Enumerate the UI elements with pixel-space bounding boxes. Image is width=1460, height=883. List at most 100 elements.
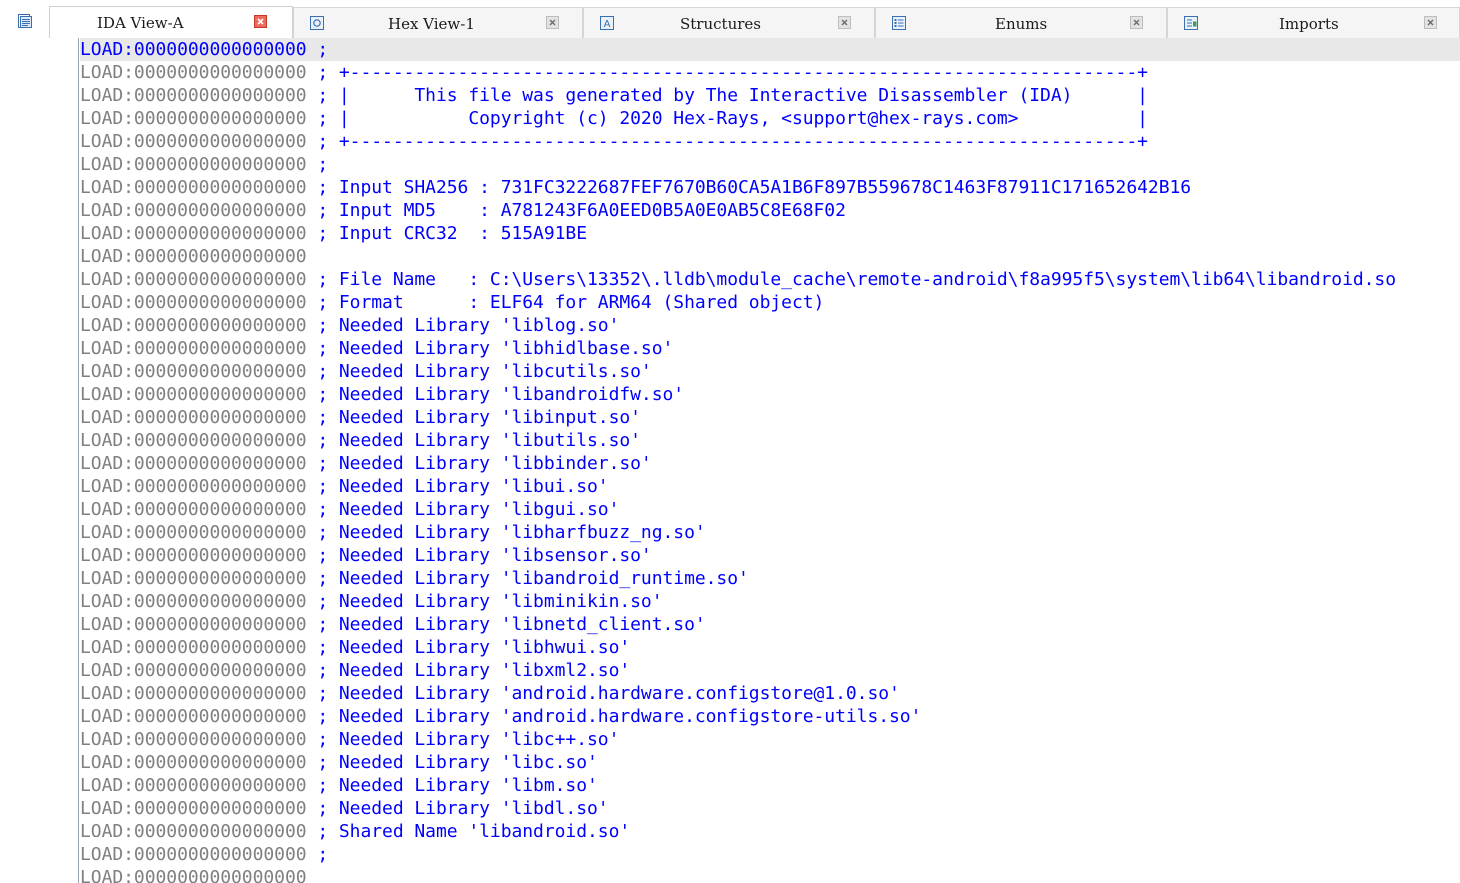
disasm-line[interactable]: LOAD:0000000000000000 ; Input CRC32 : 51… xyxy=(80,222,1460,245)
disasm-line[interactable]: LOAD:0000000000000000 ; Needed Library '… xyxy=(80,636,1460,659)
close-icon[interactable] xyxy=(1130,16,1143,29)
disasm-line[interactable]: LOAD:0000000000000000 ; Input SHA256 : 7… xyxy=(80,176,1460,199)
disasm-line[interactable]: LOAD:0000000000000000 ; Needed Library '… xyxy=(80,475,1460,498)
arrows-gutter[interactable] xyxy=(0,38,79,883)
line-address[interactable]: LOAD:0000000000000000 xyxy=(80,200,307,221)
tab-ida-view-a[interactable]: IDA View-A xyxy=(49,6,293,38)
line-address[interactable]: LOAD:0000000000000000 xyxy=(80,338,307,359)
disasm-line[interactable]: LOAD:0000000000000000 ; | This file was … xyxy=(80,84,1460,107)
disasm-line[interactable]: LOAD:0000000000000000 ; Needed Library '… xyxy=(80,383,1460,406)
disasm-line[interactable]: LOAD:0000000000000000 ; Needed Library '… xyxy=(80,544,1460,567)
line-address[interactable]: LOAD:0000000000000000 xyxy=(80,39,307,60)
line-address[interactable]: LOAD:0000000000000000 xyxy=(80,453,307,474)
tab-hex-view-1[interactable]: Hex View-1 xyxy=(293,7,583,38)
disasm-pane-icon[interactable] xyxy=(17,13,33,29)
disasm-line[interactable]: LOAD:0000000000000000 ; Needed Library '… xyxy=(80,705,1460,728)
disasm-line[interactable]: LOAD:0000000000000000 ; Needed Library '… xyxy=(80,314,1460,337)
disasm-line[interactable]: LOAD:0000000000000000 ; Needed Library '… xyxy=(80,406,1460,429)
disasm-line[interactable]: LOAD:0000000000000000 ; Needed Library '… xyxy=(80,498,1460,521)
line-address[interactable]: LOAD:0000000000000000 xyxy=(80,683,307,704)
tab-structures[interactable]: A Structures xyxy=(583,7,875,38)
disasm-line[interactable]: LOAD:0000000000000000 ; Format : ELF64 f… xyxy=(80,291,1460,314)
line-comment: ; Needed Library 'libutils.so' xyxy=(306,430,641,451)
line-address[interactable]: LOAD:0000000000000000 xyxy=(80,591,307,612)
line-address[interactable]: LOAD:0000000000000000 xyxy=(80,729,307,750)
line-address[interactable]: LOAD:0000000000000000 xyxy=(80,614,307,635)
line-address[interactable]: LOAD:0000000000000000 xyxy=(80,361,307,382)
disasm-line[interactable]: LOAD:0000000000000000 ; Needed Library '… xyxy=(80,521,1460,544)
close-icon[interactable] xyxy=(254,15,267,28)
line-address[interactable]: LOAD:0000000000000000 xyxy=(80,292,307,313)
disasm-line[interactable]: LOAD:0000000000000000 ; Needed Library '… xyxy=(80,613,1460,636)
line-address[interactable]: LOAD:0000000000000000 xyxy=(80,568,307,589)
line-address[interactable]: LOAD:0000000000000000 xyxy=(80,752,307,773)
disasm-line[interactable]: LOAD:0000000000000000 ; Needed Library '… xyxy=(80,567,1460,590)
line-address[interactable]: LOAD:0000000000000000 xyxy=(80,407,307,428)
line-address[interactable]: LOAD:0000000000000000 xyxy=(80,775,307,796)
disasm-line[interactable]: LOAD:0000000000000000 ; xyxy=(80,843,1460,866)
line-comment: ; Needed Library 'libcutils.so' xyxy=(306,361,652,382)
tab-enums[interactable]: Enums xyxy=(875,7,1167,38)
close-icon[interactable] xyxy=(838,16,851,29)
disasm-line[interactable]: LOAD:0000000000000000 ; Needed Library '… xyxy=(80,360,1460,383)
close-icon[interactable] xyxy=(1424,16,1437,29)
line-address[interactable]: LOAD:0000000000000000 xyxy=(80,131,307,152)
line-address[interactable]: LOAD:0000000000000000 xyxy=(80,637,307,658)
line-comment: ; File Name : C:\Users\13352\.lldb\modul… xyxy=(306,269,1397,290)
disasm-line[interactable]: LOAD:0000000000000000 xyxy=(80,245,1460,268)
line-address[interactable]: LOAD:0000000000000000 xyxy=(80,706,307,727)
hex-view-icon xyxy=(310,15,324,30)
disasm-line[interactable]: LOAD:0000000000000000 ; Needed Library '… xyxy=(80,728,1460,751)
line-address[interactable]: LOAD:0000000000000000 xyxy=(80,223,307,244)
disasm-line[interactable]: LOAD:0000000000000000 ; File Name : C:\U… xyxy=(80,268,1460,291)
disasm-line[interactable]: LOAD:0000000000000000 ; | Copyright (c) … xyxy=(80,107,1460,130)
line-comment: ; xyxy=(306,39,329,60)
line-comment: ; Needed Library 'libc++.so' xyxy=(306,729,620,750)
line-address[interactable]: LOAD:0000000000000000 xyxy=(80,867,307,883)
disasm-line[interactable]: LOAD:0000000000000000 ; +---------------… xyxy=(80,130,1460,153)
line-address[interactable]: LOAD:0000000000000000 xyxy=(80,522,307,543)
line-comment: ; xyxy=(306,154,329,175)
line-address[interactable]: LOAD:0000000000000000 xyxy=(80,246,307,267)
disasm-line[interactable]: LOAD:0000000000000000 ; Input MD5 : A781… xyxy=(80,199,1460,222)
disasm-line[interactable]: LOAD:0000000000000000 ; xyxy=(80,153,1460,176)
line-address[interactable]: LOAD:0000000000000000 xyxy=(80,821,307,842)
disassembly-listing[interactable]: LOAD:0000000000000000 ; LOAD:000000000000… xyxy=(80,38,1460,883)
line-address[interactable]: LOAD:0000000000000000 xyxy=(80,62,307,83)
disasm-line[interactable]: LOAD:0000000000000000 ; Shared Name 'lib… xyxy=(80,820,1460,843)
line-address[interactable]: LOAD:0000000000000000 xyxy=(80,269,307,290)
disasm-line[interactable]: LOAD:0000000000000000 ; Needed Library '… xyxy=(80,429,1460,452)
disasm-line[interactable]: LOAD:0000000000000000 ; Needed Library '… xyxy=(80,590,1460,613)
disasm-line[interactable]: LOAD:0000000000000000 ; Needed Library '… xyxy=(80,682,1460,705)
svg-text:A: A xyxy=(604,19,611,30)
line-address[interactable]: LOAD:0000000000000000 xyxy=(80,177,307,198)
line-address[interactable]: LOAD:0000000000000000 xyxy=(80,660,307,681)
structures-icon: A xyxy=(600,15,614,30)
line-address[interactable]: LOAD:0000000000000000 xyxy=(80,384,307,405)
disasm-line[interactable]: LOAD:0000000000000000 ; +---------------… xyxy=(80,61,1460,84)
line-address[interactable]: LOAD:0000000000000000 xyxy=(80,85,307,106)
line-address[interactable]: LOAD:0000000000000000 xyxy=(80,154,307,175)
line-address[interactable]: LOAD:0000000000000000 xyxy=(80,430,307,451)
line-address[interactable]: LOAD:0000000000000000 xyxy=(80,545,307,566)
line-address[interactable]: LOAD:0000000000000000 xyxy=(80,499,307,520)
disasm-line[interactable]: LOAD:0000000000000000 ; Needed Library '… xyxy=(80,751,1460,774)
line-address[interactable]: LOAD:0000000000000000 xyxy=(80,476,307,497)
close-icon[interactable] xyxy=(546,16,559,29)
line-comment: ; Input MD5 : A781243F6A0EED0B5A0E0AB5C8… xyxy=(306,200,846,221)
line-address[interactable]: LOAD:0000000000000000 xyxy=(80,844,307,865)
line-address[interactable]: LOAD:0000000000000000 xyxy=(80,108,307,129)
tab-label: Structures xyxy=(680,15,761,33)
tab-imports[interactable]: Imports xyxy=(1167,7,1460,38)
disasm-line[interactable]: LOAD:0000000000000000 ; Needed Library '… xyxy=(80,797,1460,820)
disasm-line[interactable]: LOAD:0000000000000000 ; Needed Library '… xyxy=(80,337,1460,360)
line-comment: ; | This file was generated by The Inter… xyxy=(306,85,1148,106)
disasm-line[interactable]: LOAD:0000000000000000 ; Needed Library '… xyxy=(80,452,1460,475)
disasm-line[interactable]: LOAD:0000000000000000 xyxy=(80,866,1460,883)
line-address[interactable]: LOAD:0000000000000000 xyxy=(80,798,307,819)
disassembly-view[interactable]: LOAD:0000000000000000 ; LOAD:000000000000… xyxy=(0,38,1460,883)
disasm-line[interactable]: LOAD:0000000000000000 ; Needed Library '… xyxy=(80,659,1460,682)
current-line[interactable]: LOAD:0000000000000000 ; xyxy=(80,38,1460,61)
line-address[interactable]: LOAD:0000000000000000 xyxy=(80,315,307,336)
disasm-line[interactable]: LOAD:0000000000000000 ; Needed Library '… xyxy=(80,774,1460,797)
